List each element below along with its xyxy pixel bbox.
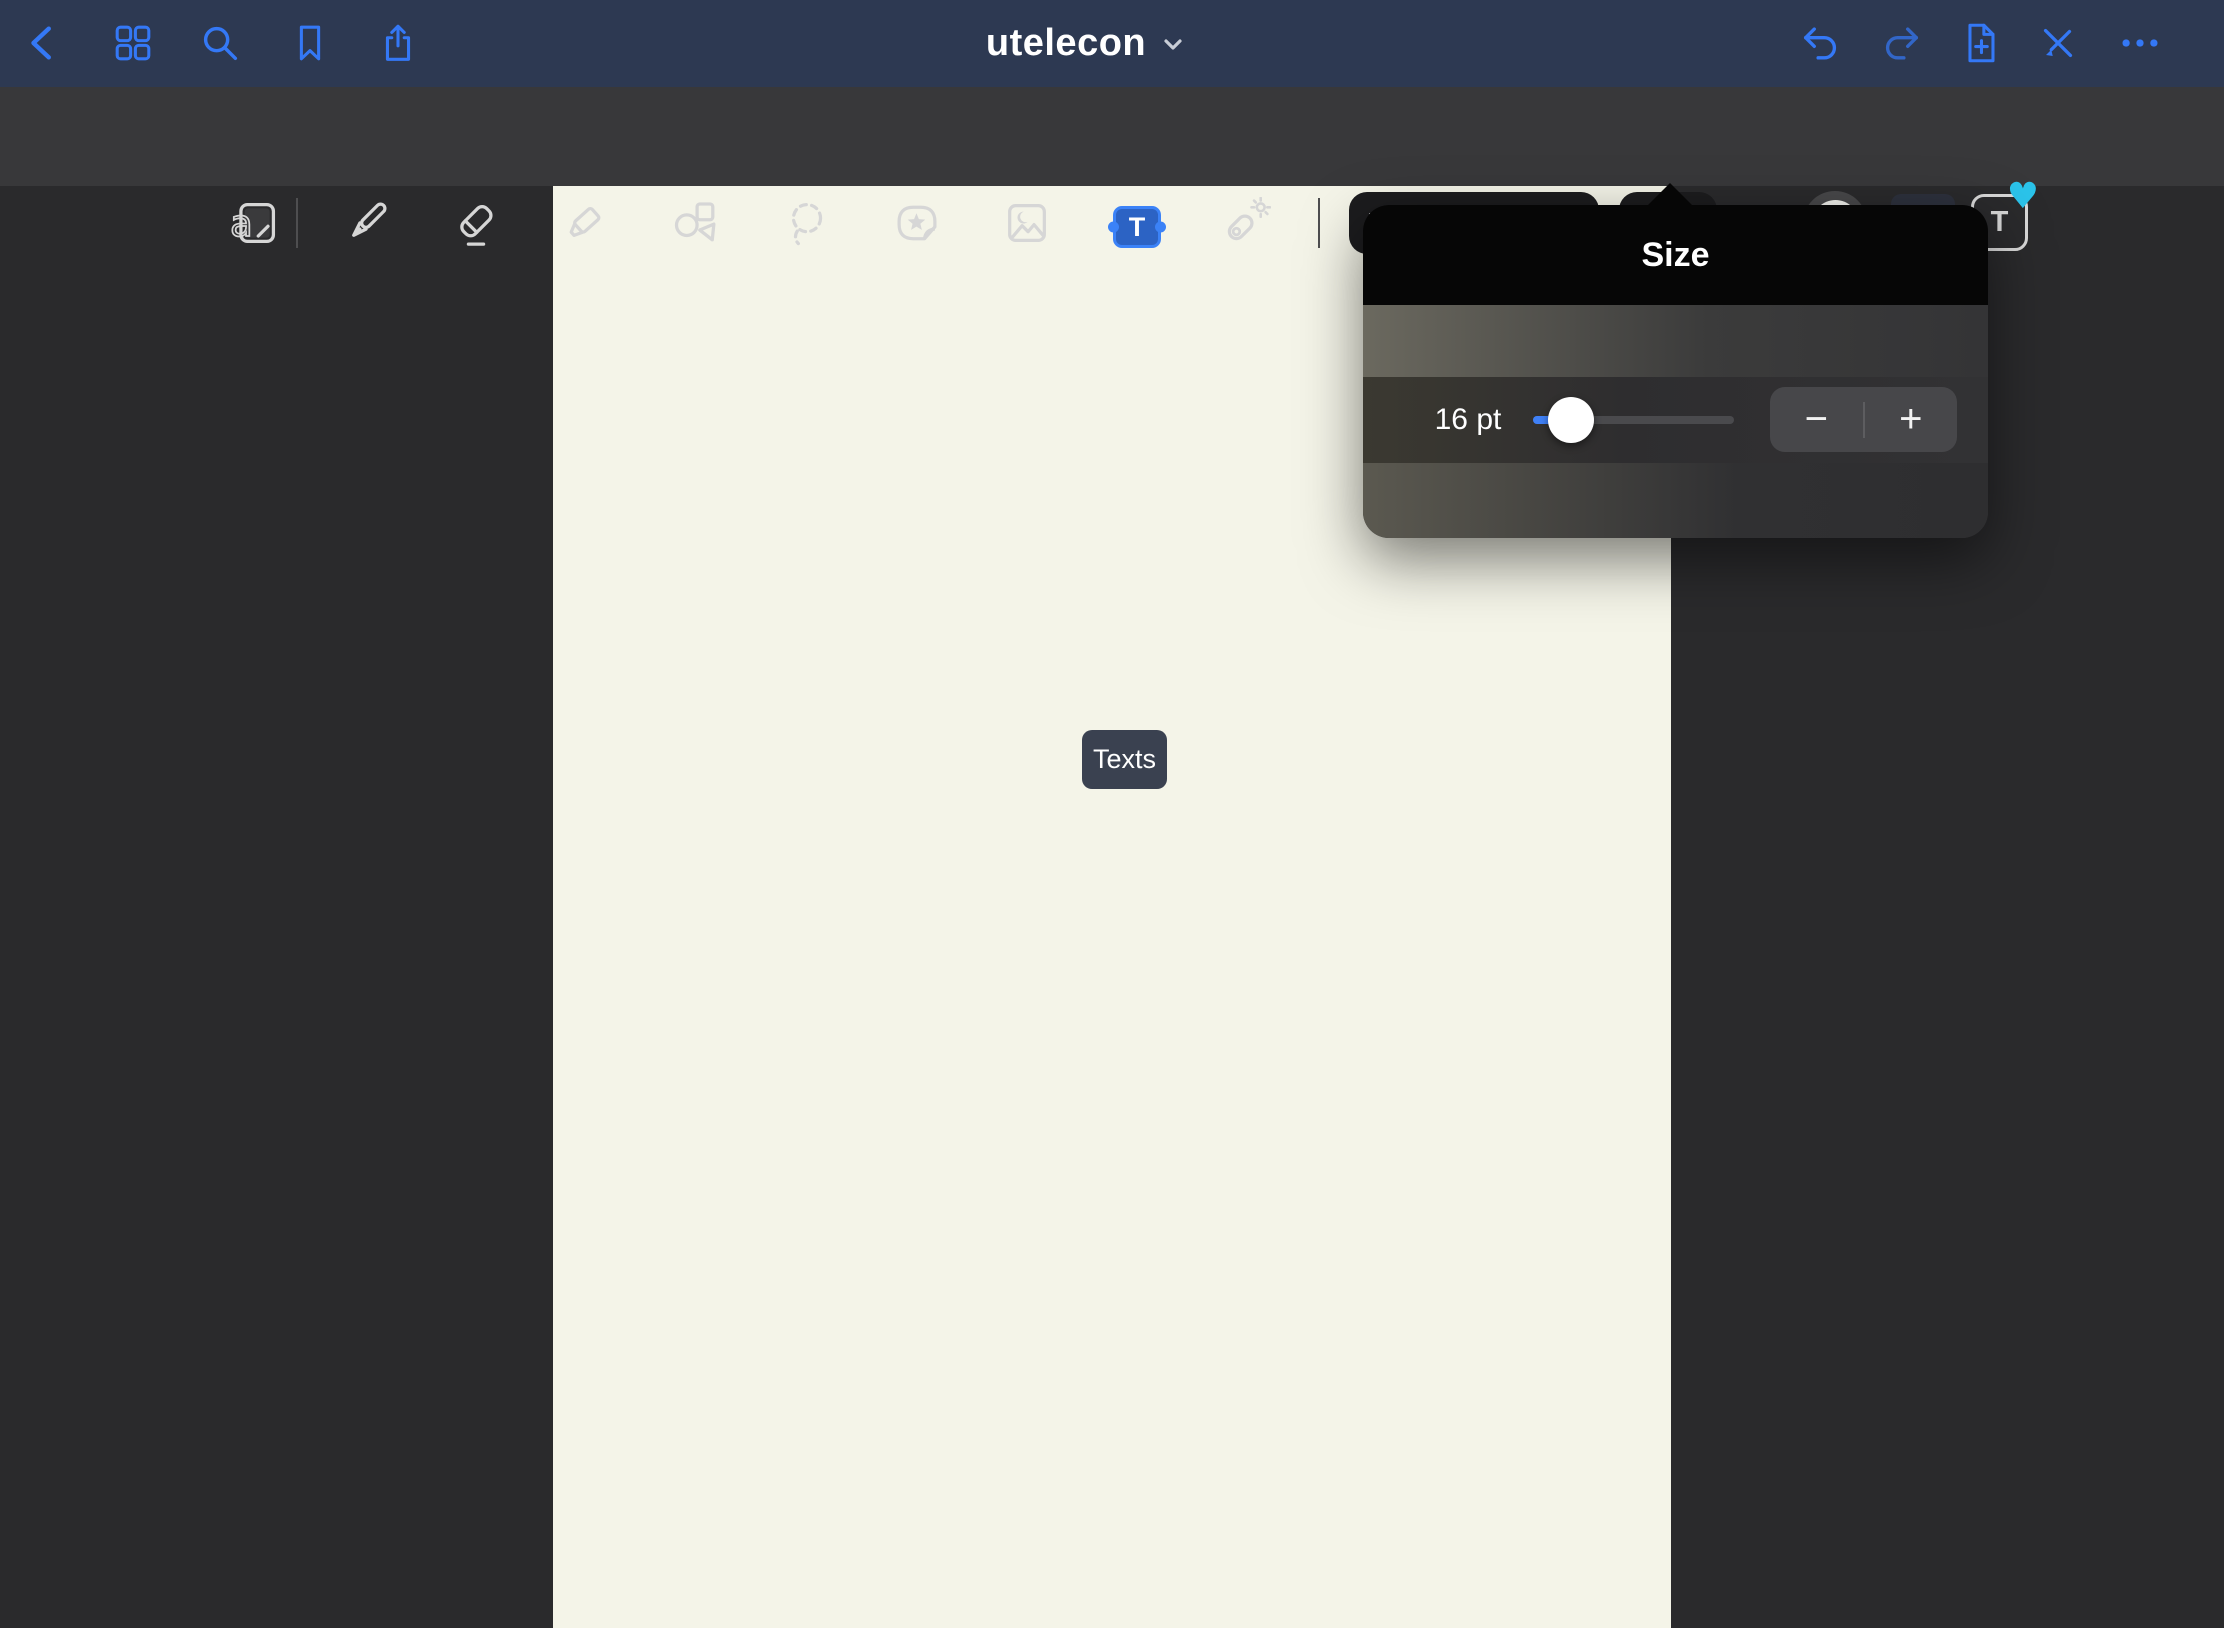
zoom-window-icon: a [229, 197, 281, 249]
share-icon [375, 20, 421, 66]
bookmark-icon [287, 20, 333, 66]
popover-lower-band [1363, 463, 1988, 538]
text-object[interactable]: Texts [1082, 730, 1167, 789]
size-slider-thumb[interactable] [1548, 397, 1594, 443]
add-page-button[interactable] [1957, 19, 2005, 67]
search-icon [197, 20, 243, 66]
laser-pointer-tool[interactable] [1219, 197, 1271, 249]
eraser-icon [450, 197, 502, 249]
text-tool-glyph: T [1129, 212, 1146, 243]
eraser-tool[interactable] [450, 197, 502, 249]
chevron-down-icon[interactable] [1160, 31, 1186, 57]
add-page-icon [1958, 20, 2004, 66]
laser-pointer-icon [1219, 197, 1271, 249]
zoom-window-tool[interactable]: a [229, 197, 281, 249]
selection-handle-right [1155, 222, 1166, 233]
popover-title: Size [1641, 236, 1709, 275]
size-value-label: 16 pt [1403, 377, 1533, 463]
toolbar-separator [1318, 198, 1320, 248]
zoom-letter-glyph: a [230, 202, 253, 245]
size-stepper: − + [1770, 387, 1957, 452]
stickers-icon [891, 197, 943, 249]
highlighter-tool[interactable] [561, 197, 613, 249]
back-icon [21, 20, 67, 66]
search-button[interactable] [196, 19, 244, 67]
back-button[interactable] [20, 19, 68, 67]
pen-toggle-button[interactable] [2034, 19, 2082, 67]
size-slider-row: 16 pt − + [1363, 377, 1988, 463]
lasso-tool[interactable] [781, 197, 833, 249]
selection-handle-left [1108, 222, 1119, 233]
image-icon [1001, 197, 1053, 249]
more-button[interactable] [2116, 19, 2164, 67]
lasso-icon [781, 197, 833, 249]
ellipsis-icon [2117, 20, 2163, 66]
pen-tool[interactable] [340, 197, 392, 249]
image-tool[interactable] [1001, 197, 1053, 249]
highlighter-icon [561, 197, 613, 249]
popover-upper-band [1363, 305, 1988, 377]
stickers-tool[interactable] [891, 197, 943, 249]
size-popover: Size 16 pt − + [1363, 205, 1988, 538]
share-button[interactable] [374, 19, 422, 67]
thumbnails-button[interactable] [109, 19, 157, 67]
undo-icon [1798, 20, 1844, 66]
size-slider[interactable] [1533, 397, 1734, 443]
text-style-glyph: T [1991, 206, 2009, 239]
shapes-icon [670, 197, 722, 249]
undo-button[interactable] [1797, 19, 1845, 67]
shapes-tool[interactable] [670, 197, 722, 249]
moon-glyph [1018, 212, 1028, 224]
navigation-bar: utelecon [0, 0, 2224, 87]
pen-cross-icon [2035, 20, 2081, 66]
app-window: utelecon [0, 0, 2224, 1628]
redo-icon [1878, 20, 1924, 66]
pen-icon [340, 197, 392, 249]
popover-arrow [1647, 183, 1693, 206]
toolbar-separator [296, 198, 298, 248]
grid-view-icon [110, 20, 156, 66]
bookmark-button[interactable] [286, 19, 334, 67]
size-increase-button[interactable]: + [1865, 387, 1958, 452]
text-object-label: Texts [1093, 744, 1156, 775]
text-tool-selected[interactable]: T [1113, 206, 1161, 248]
heart-icon: ♥ [2007, 179, 2039, 215]
redo-button[interactable] [1877, 19, 1925, 67]
tool-bar: a [0, 87, 2224, 186]
document-title[interactable]: utelecon [986, 22, 1146, 65]
popover-header: Size [1363, 205, 1988, 305]
size-decrease-button[interactable]: − [1770, 387, 1863, 452]
